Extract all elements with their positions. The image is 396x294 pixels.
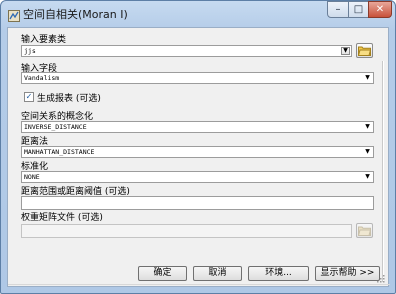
- weights-matrix-input[interactable]: [21, 224, 352, 238]
- ok-button[interactable]: 确定: [138, 266, 187, 281]
- environments-button[interactable]: 环境...: [248, 266, 309, 281]
- input-features-combobox[interactable]: jjs ▼: [21, 45, 352, 57]
- weights-matrix-label: 权重矩阵文件 (可选): [21, 213, 103, 223]
- maximize-icon: □: [353, 4, 364, 15]
- chevron-down-icon[interactable]: ▼: [363, 74, 372, 82]
- generate-report-checkbox[interactable]: ✓: [24, 92, 34, 102]
- standardization-dropdown[interactable]: NONE ▼: [21, 171, 374, 183]
- generate-report-label[interactable]: 生成报表 (可选): [37, 91, 101, 104]
- browse-features-button[interactable]: [356, 43, 373, 58]
- distance-method-value: MANHATTAN_DISTANCE: [24, 148, 95, 156]
- chevron-down-icon[interactable]: ▼: [341, 47, 350, 55]
- input-features-label: 输入要素类: [21, 35, 67, 45]
- cancel-button[interactable]: 取消: [193, 266, 242, 281]
- vertical-divider: [382, 61, 384, 282]
- minimize-button[interactable]: –: [327, 1, 349, 18]
- maximize-button[interactable]: □: [348, 1, 369, 18]
- chevron-down-icon[interactable]: ▼: [363, 148, 372, 156]
- folder-icon: [358, 46, 371, 56]
- window-title: 空间自相关(Moran I): [23, 8, 128, 21]
- distance-method-dropdown[interactable]: MANHATTAN_DISTANCE ▼: [21, 146, 374, 158]
- conceptualization-dropdown[interactable]: INVERSE_DISTANCE ▼: [21, 121, 374, 133]
- browse-weights-button[interactable]: [356, 223, 373, 238]
- input-features-value: jjs: [24, 47, 36, 55]
- standardization-value: NONE: [24, 173, 40, 181]
- chevron-down-icon[interactable]: ▼: [363, 123, 372, 131]
- close-icon: ✕: [375, 4, 385, 15]
- title-bar[interactable]: 空间自相关(Moran I) – □ ✕: [1, 1, 395, 27]
- close-button[interactable]: ✕: [368, 1, 392, 18]
- footer-divider: [8, 284, 390, 286]
- dialog-body: 输入要素类 jjs ▼ 输入字段 Vandalism ▼ ✓ 生成报表 (可选): [7, 27, 390, 287]
- show-help-button[interactable]: 显示帮助 >>: [315, 266, 380, 281]
- resize-grip-icon[interactable]: [376, 274, 385, 283]
- minimize-icon: –: [335, 4, 341, 15]
- distance-threshold-input[interactable]: [21, 196, 374, 210]
- chevron-down-icon[interactable]: ▼: [363, 173, 372, 181]
- tool-icon: [8, 7, 20, 22]
- input-field-dropdown[interactable]: Vandalism ▼: [21, 72, 374, 84]
- folder-icon: [358, 226, 371, 236]
- dialog-window: 空间自相关(Moran I) – □ ✕ 输入要素类 jjs ▼ 输入字段 Va…: [0, 0, 396, 294]
- input-field-value: Vandalism: [24, 74, 60, 82]
- checkmark-icon: ✓: [25, 92, 33, 101]
- conceptualization-value: INVERSE_DISTANCE: [24, 123, 87, 131]
